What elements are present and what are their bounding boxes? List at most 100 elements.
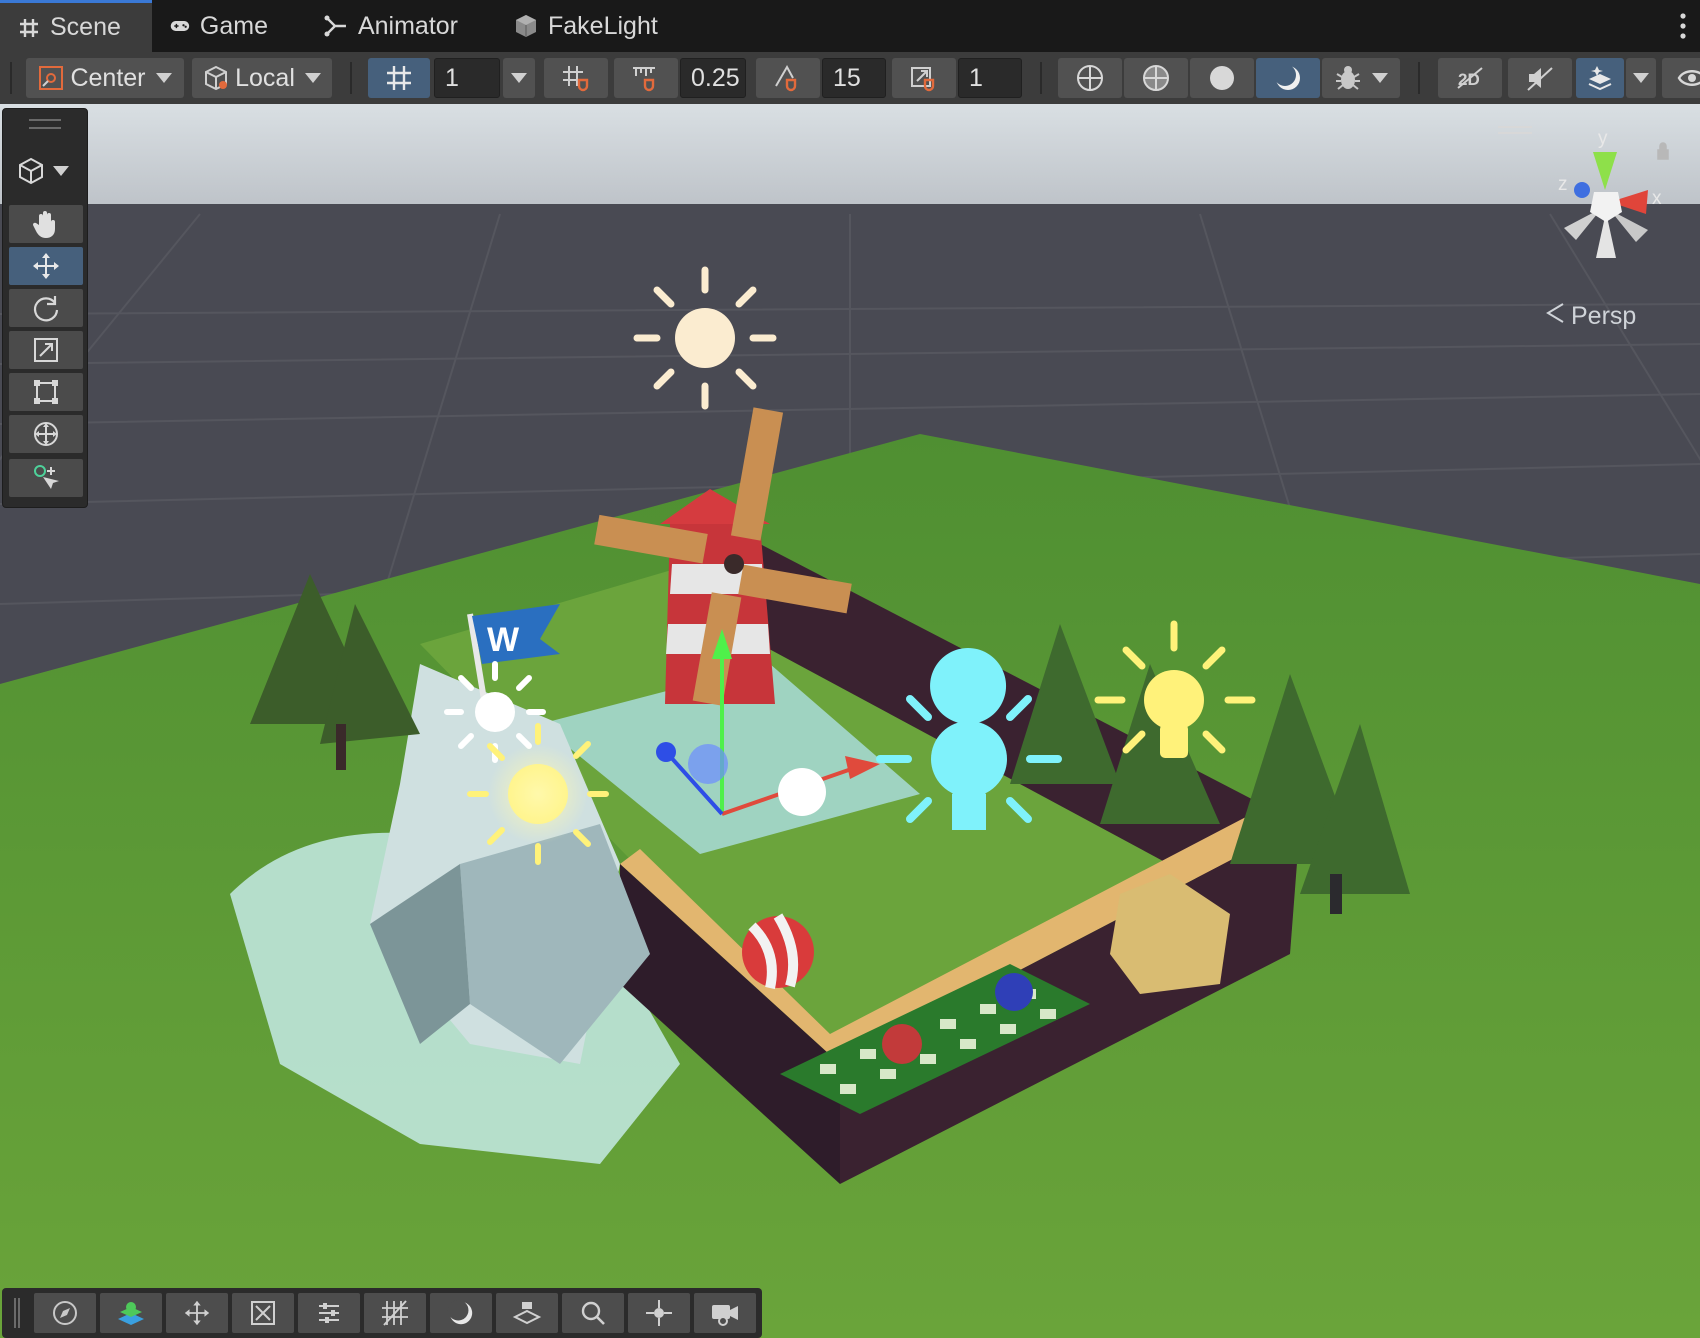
grid-snap-button[interactable] (544, 58, 608, 98)
lock-icon (1657, 142, 1669, 160)
stack-overlay-button[interactable] (496, 1293, 558, 1333)
chevron-down-icon (511, 73, 527, 83)
increment-snap-button[interactable] (614, 58, 678, 98)
pivot-icon (39, 66, 64, 90)
camera-overlay-button[interactable] (694, 1293, 756, 1333)
toolbar-separator (350, 62, 352, 94)
shaded-wire-sphere-icon (1143, 65, 1169, 91)
effects-dropdown[interactable] (1626, 58, 1656, 98)
rotate-snap-button[interactable] (756, 58, 820, 98)
tool-mode-dropdown[interactable] (17, 157, 69, 185)
settings-overlay-button[interactable] (298, 1293, 360, 1333)
compass-icon (53, 1301, 77, 1325)
tab-scene[interactable]: Scene (0, 0, 152, 52)
more-options-icon[interactable] (1678, 10, 1688, 42)
package-icon (516, 15, 536, 37)
tab-bar: Scene Game Animator FakeLight (0, 0, 1700, 52)
rect-tool-button[interactable] (9, 373, 83, 411)
orientation-button[interactable] (34, 1293, 96, 1333)
view-tool-button[interactable] (9, 205, 83, 243)
chevron-down-icon (53, 166, 69, 176)
chevron-down-icon (1633, 73, 1649, 83)
tab-animator[interactable]: Animator (306, 0, 476, 52)
chevron-down-icon (1372, 73, 1388, 83)
rotate-tool-button[interactable] (9, 289, 83, 327)
grid-snap-icon (382, 1300, 408, 1326)
orientation-gizmo[interactable]: y x z (1530, 130, 1680, 280)
scale-tool-button[interactable] (9, 331, 83, 369)
snap-overlay-button[interactable] (232, 1293, 294, 1333)
grid-size-field[interactable]: 1 (434, 58, 500, 98)
shaded-button[interactable] (1190, 58, 1254, 98)
move-tool-button[interactable] (9, 247, 83, 285)
tool-palette (2, 108, 88, 508)
z-axis-handle (1574, 182, 1590, 198)
rotation-mode-dropdown[interactable]: Local (192, 58, 332, 98)
toolbar-grip (10, 62, 12, 94)
focus-overlay-button[interactable] (628, 1293, 690, 1333)
tab-label: Game (199, 11, 268, 40)
perspective-label: Persp (1571, 302, 1637, 330)
tab-fakelight[interactable]: FakeLight (496, 0, 676, 52)
grid-toggle-button[interactable] (368, 58, 430, 98)
grid-size-value: 1 (445, 63, 459, 92)
scene-render: W (0, 104, 1700, 1338)
grid-options-dropdown[interactable] (503, 58, 535, 98)
shading-overlay-button[interactable] (430, 1293, 492, 1333)
perspective-toggle[interactable]: Persp (1545, 302, 1636, 331)
palette-grip[interactable] (29, 119, 61, 129)
scale-snap-icon (911, 67, 935, 92)
rotate-snap-field[interactable]: 15 (822, 58, 886, 98)
grid-snap-icon (563, 66, 589, 92)
gizmo-z-label: z (1558, 174, 1568, 195)
local-cube-icon (205, 65, 228, 91)
2d-icon: 2D (1457, 67, 1483, 89)
move-overlay-button[interactable] (166, 1293, 228, 1333)
scale-snap-button[interactable] (892, 58, 956, 98)
rotate-snap-value: 15 (833, 63, 861, 92)
search-icon (581, 1301, 605, 1325)
layers-button[interactable] (100, 1293, 162, 1333)
tab-label: FakeLight (548, 11, 658, 40)
2d-toggle-button[interactable]: 2D (1438, 58, 1502, 98)
chevron-down-icon (304, 73, 321, 83)
pivot-mode-dropdown[interactable]: Center (26, 58, 184, 98)
layers-icon (118, 1302, 144, 1325)
overlay-grip[interactable] (14, 1298, 20, 1328)
lit-sphere-icon (1274, 64, 1300, 90)
scene-viewport[interactable]: W (0, 104, 1700, 1338)
rotation-mode-label: Local (235, 63, 295, 92)
grid-overlay-button[interactable] (364, 1293, 426, 1333)
y-axis-cone (1593, 152, 1617, 190)
hash-icon (20, 18, 38, 37)
solid-sphere-icon (1210, 66, 1234, 90)
effects-toggle-button[interactable] (1576, 58, 1624, 98)
snap-icon (251, 1301, 275, 1325)
lit-shading-button[interactable] (1256, 58, 1320, 98)
yellow-light-left (467, 723, 609, 865)
flag-letter: W (487, 621, 520, 659)
overlay-toolbar (2, 1288, 762, 1338)
gizmo-x-label: x (1652, 188, 1662, 209)
audio-toggle-button[interactable] (1508, 58, 1572, 98)
toolbar-separator (1040, 62, 1042, 94)
scale-snap-value: 1 (969, 63, 983, 92)
scene-toolbar: Center Local 1 0.25 15 1 (0, 52, 1700, 104)
debug-draw-dropdown[interactable] (1322, 58, 1400, 98)
eye-icon (1677, 70, 1700, 86)
shaded-wireframe-button[interactable] (1124, 58, 1188, 98)
gizmo-grip[interactable] (1498, 126, 1532, 134)
search-overlay-button[interactable] (562, 1293, 624, 1333)
move-snap-field[interactable]: 0.25 (680, 58, 746, 98)
focus-icon (646, 1300, 672, 1326)
custom-tool-button[interactable] (9, 459, 83, 497)
tab-game[interactable]: Game (152, 0, 286, 52)
bug-icon (1336, 66, 1360, 90)
sun-light-gizmo (633, 266, 777, 410)
transform-tool-button[interactable] (9, 415, 83, 453)
wireframe-shading-button[interactable] (1058, 58, 1122, 98)
scale-snap-field[interactable]: 1 (958, 58, 1022, 98)
transform-icon (34, 422, 58, 446)
pivot-mode-label: Center (70, 63, 146, 92)
visibility-toggle-button[interactable] (1662, 58, 1700, 98)
